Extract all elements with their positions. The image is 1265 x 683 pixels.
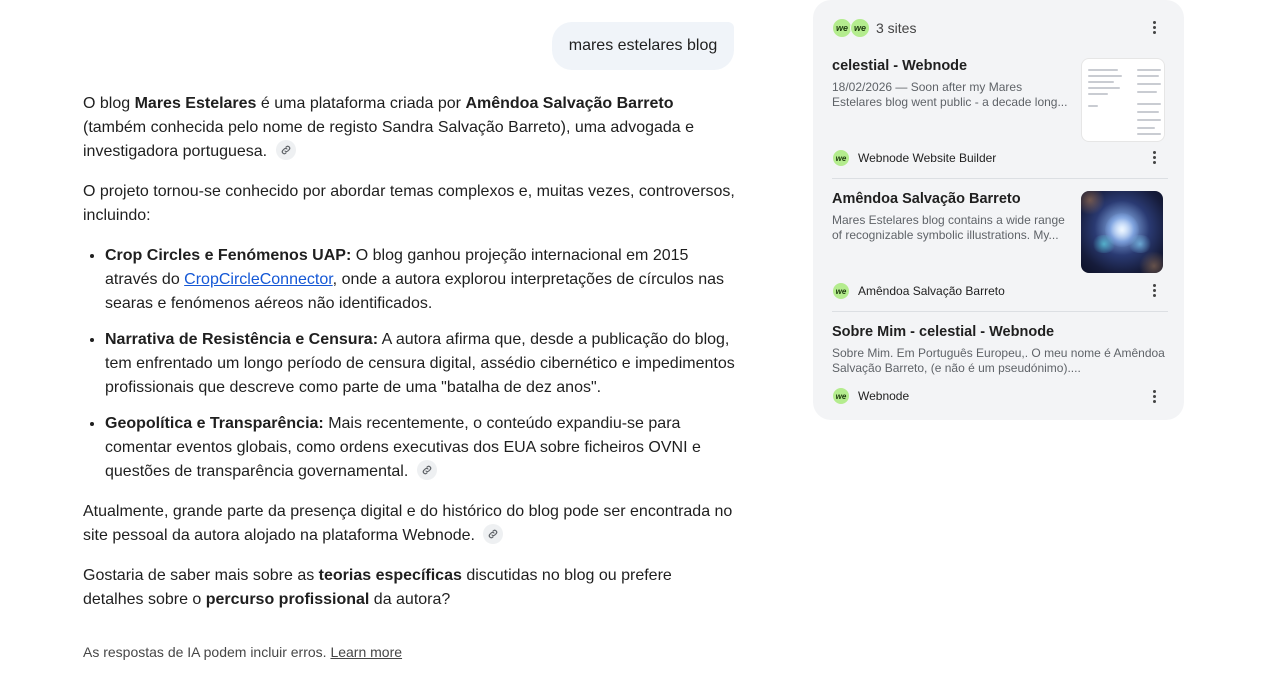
source-snippet: 18/02/2026 — Soon after my Mares Estelar… — [832, 80, 1068, 109]
answer-bold: Amêndoa Salvação Barreto — [465, 95, 674, 112]
divider — [832, 178, 1168, 179]
answer-text: é uma plataforma criada por — [256, 95, 466, 112]
cropcircleconnector-link[interactable]: CropCircleConnector — [184, 271, 333, 288]
source-site-name: Webnode Website Builder — [858, 151, 997, 165]
more-vert-icon[interactable] — [1144, 147, 1164, 167]
citation-link-button[interactable] — [275, 139, 296, 160]
answer-paragraph-3: Atualmente, grande parte da presença dig… — [83, 500, 735, 548]
sites-count: 3 sites — [876, 20, 917, 36]
bullet-heading: Narrativa de Resistência e Censura: — [105, 331, 379, 348]
answer-text: da autora? — [369, 591, 451, 608]
answer-bullet-list: Crop Circles e Fenómenos UAP: O blog gan… — [83, 244, 735, 484]
list-item: Geopolítica e Transparência: Mais recent… — [105, 412, 735, 484]
answer-bold: percurso profissional — [205, 591, 370, 608]
source-card-3[interactable]: Sobre Mim - celestial - Webnode Sobre Mi… — [832, 324, 1168, 376]
source-card-1[interactable]: celestial - Webnode 18/02/2026 — Soon af… — [832, 58, 1072, 110]
source-card-2[interactable]: Amêndoa Salvação Barreto Mares Estelares… — [832, 191, 1072, 243]
source-thumbnail[interactable] — [1081, 58, 1165, 142]
webnode-favicon: we — [832, 149, 850, 167]
source-site[interactable]: we Webnode — [832, 387, 909, 405]
answer-text: O blog — [83, 95, 135, 112]
source-site-name: Amêndoa Salvação Barreto — [858, 284, 1005, 298]
answer-text: Atualmente, grande parte da presença dig… — [83, 503, 733, 544]
webnode-favicon: we — [832, 282, 850, 300]
answer-paragraph-2: O projeto tornou-se conhecido por aborda… — [83, 183, 735, 224]
link-icon — [489, 529, 498, 539]
more-vert-icon[interactable] — [1144, 386, 1164, 406]
link-icon — [422, 465, 432, 475]
source-site-name: Webnode — [858, 389, 910, 403]
answer-paragraph-1: O blog Mares Estelares é uma plataforma … — [83, 92, 735, 164]
source-title[interactable]: Amêndoa Salvação Barreto — [832, 191, 1072, 207]
answer-bold: Mares Estelares — [134, 95, 257, 112]
divider — [832, 311, 1168, 312]
webnode-favicon: we — [850, 18, 870, 38]
webnode-favicon: we — [832, 387, 850, 405]
source-thumbnail[interactable] — [1081, 191, 1163, 273]
source-snippet: Sobre Mim. Em Português Europeu,. O meu … — [832, 346, 1165, 375]
user-query-text: mares estelares blog — [568, 37, 718, 54]
link-icon — [281, 145, 290, 155]
answer-text: (também conhecida pelo nome de registo S… — [83, 119, 695, 160]
source-site[interactable]: we Webnode Website Builder — [832, 149, 996, 167]
learn-more-link[interactable]: Learn more — [330, 644, 402, 660]
answer-text: Gostaria de saber mais sobre as — [83, 567, 319, 584]
ai-disclaimer: As respostas de IA podem incluir erros. … — [83, 644, 402, 660]
list-item: Narrativa de Resistência e Censura: A au… — [105, 328, 735, 400]
disclaimer-text: As respostas de IA podem incluir erros. — [83, 644, 327, 660]
bullet-heading: Crop Circles e Fenómenos UAP: — [105, 247, 352, 264]
ai-answer: O blog Mares Estelares é uma plataforma … — [83, 92, 735, 628]
more-vert-icon[interactable] — [1144, 17, 1164, 37]
source-snippet: Mares Estelares blog contains a wide ran… — [832, 213, 1065, 242]
more-vert-icon[interactable] — [1144, 280, 1164, 300]
webnode-favicon: we — [832, 18, 852, 38]
citation-link-button[interactable] — [416, 459, 437, 480]
list-item: Crop Circles e Fenómenos UAP: O blog gan… — [105, 244, 735, 316]
source-title[interactable]: celestial - Webnode — [832, 58, 1072, 74]
bullet-heading: Geopolítica e Transparência: — [105, 415, 324, 432]
sources-header[interactable]: we we 3 sites — [832, 16, 916, 40]
answer-paragraph-4: Gostaria de saber mais sobre as teorias … — [83, 564, 735, 612]
sources-panel: we we 3 sites celestial - Webnode 18/02/… — [813, 0, 1184, 420]
answer-bold: teorias específicas — [318, 567, 462, 584]
source-title[interactable]: Sobre Mim - celestial - Webnode — [832, 324, 1168, 340]
source-site[interactable]: we Amêndoa Salvação Barreto — [832, 282, 1005, 300]
citation-link-button[interactable] — [483, 523, 504, 544]
user-query-bubble: mares estelares blog — [552, 22, 734, 70]
